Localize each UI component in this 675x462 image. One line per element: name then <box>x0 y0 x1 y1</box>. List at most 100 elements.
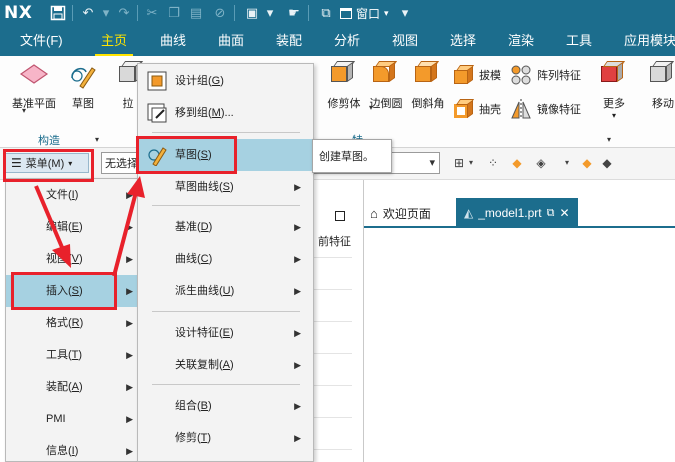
document-tab-bar: ⌂ 欢迎页面 ◭ _model1.prt ⧉ ✕ <box>364 198 675 228</box>
tab-view[interactable]: 视图 <box>392 26 418 56</box>
graphics-window[interactable] <box>364 230 675 462</box>
draft-button[interactable]: 拔模 <box>452 64 501 86</box>
chevron-right-icon: ▶ <box>294 222 301 232</box>
window-menu-label: 窗口 <box>356 6 381 21</box>
tab-file[interactable]: 文件(F) <box>20 26 63 56</box>
chevron-right-icon: ▶ <box>126 350 133 360</box>
chamfer-button[interactable]: 倒斜角 <box>408 60 448 111</box>
undo-dropdown-icon[interactable]: ▾ <box>98 5 114 21</box>
menu-button[interactable]: ☰ 菜单(M) ▾ <box>5 153 89 173</box>
close-icon[interactable]: ✕ <box>559 206 569 220</box>
mnemonic-key: I <box>71 445 75 457</box>
repeat-dropdown-icon[interactable]: ▾ <box>262 5 278 21</box>
tab-applications[interactable]: 应用模块 <box>624 26 675 56</box>
insert-submenu: 设计组(G) 移到组(M)... 草图(S) 草图曲线(S) ▶ 基准(D) ▶… <box>137 63 314 462</box>
cut-icon[interactable]: ✂ <box>144 5 160 21</box>
menu-item-label: 文件(I) <box>46 189 79 201</box>
menu-button-label: 菜单(M) <box>25 158 65 170</box>
pop-out-icon[interactable]: ⧉ <box>547 207 555 220</box>
menu-item-label: 视图(V) <box>46 253 83 265</box>
chevron-down-icon[interactable]: ▾ <box>369 103 373 112</box>
type-filter-select[interactable]: 无选择 <box>101 152 141 174</box>
menu-item-combine[interactable]: 组合(B) ▶ <box>138 390 313 422</box>
menu-item-edit[interactable]: 编辑(E) ▶ <box>6 211 141 243</box>
menu-item-label: 设计组(G) <box>175 75 224 87</box>
chevron-down-icon[interactable]: ▾ <box>607 135 611 144</box>
window-menu[interactable]: 窗口 ▾ <box>340 4 389 22</box>
navigator-column <box>312 227 352 462</box>
redo-icon[interactable]: ↷ <box>116 5 132 21</box>
select-object-icon[interactable]: ◈ <box>534 156 548 170</box>
chevron-right-icon: ▶ <box>126 414 133 424</box>
menu-item-curve[interactable]: 曲线(C) ▶ <box>138 243 313 275</box>
menu-item-label: 修剪(T) <box>175 432 212 444</box>
chevron-down-icon[interactable]: ▾ <box>22 106 26 115</box>
mnemonic-key: S <box>200 149 209 161</box>
shell-button[interactable]: 抽壳 <box>452 98 501 120</box>
menu-item-move-to-group[interactable]: 移到组(M)... <box>138 97 313 129</box>
mirror-feature-button[interactable]: 镜像特征 <box>510 98 581 120</box>
menu-item-label: 派生曲线(U) <box>175 285 235 297</box>
snap-point-grey-icon[interactable]: ◆ <box>600 156 614 170</box>
chevron-right-icon: ▶ <box>294 360 301 370</box>
maximize-icon[interactable] <box>335 211 345 221</box>
tab-model-part[interactable]: ◭ _model1.prt ⧉ ✕ <box>456 198 578 228</box>
menu-item-design-group[interactable]: 设计组(G) <box>138 65 313 97</box>
switch-window-icon[interactable]: ⧉ <box>318 5 334 21</box>
menu-item-design-feature[interactable]: 设计特征(E) ▶ <box>138 317 313 349</box>
chevron-down-icon[interactable]: ▾ <box>560 156 574 170</box>
pattern-feature-button[interactable]: 阵列特征 <box>510 64 581 86</box>
mnemonic-key: S <box>71 285 80 297</box>
chamfer-icon <box>413 60 443 90</box>
menu-item-format[interactable]: 格式(R) ▶ <box>6 307 141 339</box>
chevron-down-icon[interactable]: ▾ <box>95 135 99 144</box>
tab-home[interactable]: 主页 <box>94 26 134 56</box>
menu-item-trim[interactable]: 修剪(T) ▶ <box>138 422 313 454</box>
menu-item-information[interactable]: 信息(I) ▶ <box>6 435 141 462</box>
trim-body-button[interactable]: 修剪体 <box>324 60 364 111</box>
repeat-command-icon[interactable]: ▣ <box>244 5 260 21</box>
chevron-right-icon: ▶ <box>294 328 301 338</box>
touch-mode-icon[interactable]: ☛ <box>286 5 302 21</box>
tab-render[interactable]: 渲染 <box>508 26 534 56</box>
mnemonic-key: R <box>71 317 80 329</box>
menu-item-datum[interactable]: 基准(D) ▶ <box>138 211 313 243</box>
delete-icon[interactable]: ⊘ <box>212 5 228 21</box>
chevron-right-icon: ▶ <box>126 286 133 296</box>
more-button[interactable]: 更多 ▾ <box>596 60 632 120</box>
tab-curve[interactable]: 曲线 <box>160 26 186 56</box>
menu-item-sketch[interactable]: 草图(S) <box>138 139 313 171</box>
chevron-down-icon: ▾ <box>384 7 389 18</box>
menu-item-file[interactable]: 文件(I) ▶ <box>6 179 141 211</box>
copy-icon[interactable]: ❐ <box>166 5 182 21</box>
menu-item-derived-curve[interactable]: 派生曲线(U) ▶ <box>138 275 313 307</box>
menu-item-assembly[interactable]: 装配(A) ▶ <box>6 371 141 403</box>
snap-point-icon[interactable]: ◆ <box>580 156 594 170</box>
customize-toolbar-icon[interactable]: ▾ <box>397 5 413 21</box>
tab-assembly[interactable]: 装配 <box>276 26 302 56</box>
select-features-icon[interactable]: ◆ <box>510 156 524 170</box>
tab-surface[interactable]: 曲面 <box>218 26 244 56</box>
tab-select[interactable]: 选择 <box>450 26 476 56</box>
extrude-button[interactable]: 拉 <box>117 60 144 111</box>
paste-icon[interactable]: ▤ <box>188 5 204 21</box>
menu-item-view[interactable]: 视图(V) ▶ <box>6 243 141 275</box>
undo-icon[interactable]: ↶ <box>80 5 96 21</box>
menu-item-tools[interactable]: 工具(T) ▶ <box>6 339 141 371</box>
menu-item-pmi[interactable]: PMI ▶ <box>6 403 141 435</box>
tab-welcome-page[interactable]: ⌂ 欢迎页面 <box>370 198 431 228</box>
chevron-right-icon: ▶ <box>126 190 133 200</box>
deselect-all-icon[interactable]: ⁘ <box>486 156 500 170</box>
tab-analysis[interactable]: 分析 <box>334 26 360 56</box>
menu-item-sketch-curve[interactable]: 草图曲线(S) ▶ <box>138 171 313 203</box>
extrude-icon <box>117 60 144 90</box>
chevron-right-icon: ▶ <box>126 446 133 456</box>
tab-tools[interactable]: 工具 <box>566 26 592 56</box>
menu-item-insert[interactable]: 插入(S) ▶ <box>6 275 141 307</box>
move-button[interactable]: 移动 <box>648 60 675 111</box>
chevron-down-icon[interactable]: ▾ <box>464 156 478 170</box>
save-icon[interactable] <box>50 5 66 21</box>
datum-plane-button[interactable]: 基准平面 <box>10 60 58 111</box>
sketch-button[interactable]: 草图 <box>65 60 101 111</box>
menu-item-associative-copy[interactable]: 关联复制(A) ▶ <box>138 349 313 381</box>
